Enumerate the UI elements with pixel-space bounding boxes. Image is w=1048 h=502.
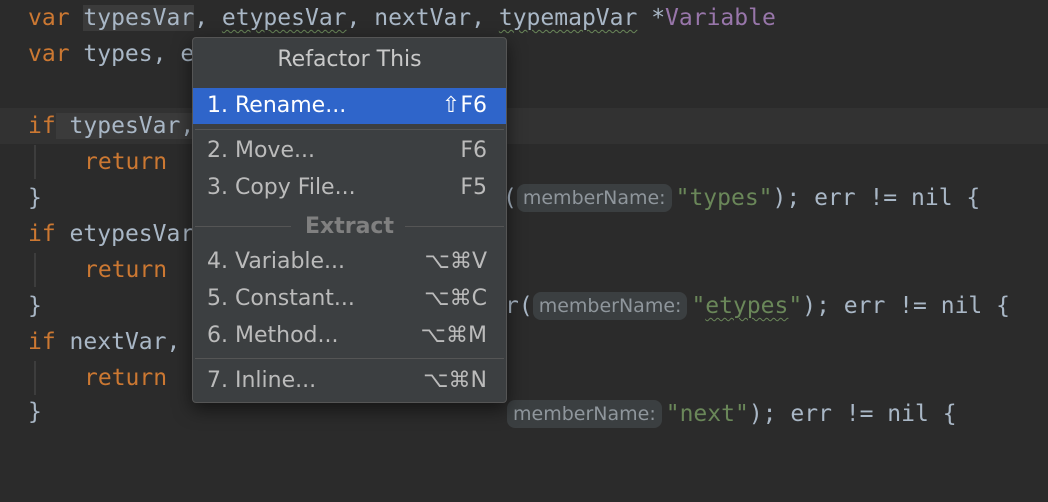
identifier: typesVar bbox=[83, 5, 195, 31]
identifier: etypesVar bbox=[221, 5, 347, 31]
code-line-11[interactable]: return bbox=[0, 360, 1048, 396]
code-line-6[interactable]: } bbox=[0, 180, 1048, 216]
code-line-9[interactable]: } bbox=[0, 288, 1048, 324]
menu-item-shortcut: ⌥⌘M bbox=[420, 323, 487, 348]
code-line-2[interactable]: var types, e bbox=[0, 36, 1048, 72]
identifier: typesVar, bbox=[55, 113, 195, 139]
code-editor[interactable]: var typesVar, etypesVar, nextVar, typema… bbox=[0, 0, 1048, 430]
group-label: Extract bbox=[193, 212, 506, 242]
menu-item-label: 3. Copy File... bbox=[207, 175, 356, 200]
menu-item-shortcut: F5 bbox=[460, 175, 487, 200]
type-name: Variable bbox=[665, 5, 776, 31]
punct: , bbox=[346, 5, 375, 31]
menu-item-extract-method[interactable]: 6. Method... ⌥⌘M bbox=[193, 318, 506, 354]
menu-item-move[interactable]: 2. Move... F6 bbox=[193, 133, 506, 169]
refactor-this-popup[interactable]: Refactor This 1. Rename... ⇧F6 2. Move..… bbox=[192, 37, 507, 403]
menu-item-label: 2. Move... bbox=[207, 138, 315, 163]
popup-title: Refactor This bbox=[277, 47, 422, 72]
identifier: typemapVar bbox=[498, 5, 638, 31]
menu-item-extract-variable[interactable]: 4. Variable... ⌥⌘V bbox=[193, 244, 506, 280]
menu-item-shortcut: ⌥⌘V bbox=[424, 249, 487, 274]
keyword: return bbox=[84, 257, 168, 283]
menu-item-shortcut: ⌥⌘N bbox=[423, 368, 487, 393]
code-line-4[interactable]: if typesVar, (memberName: "types"); err !… bbox=[0, 108, 1048, 212]
keyword: return bbox=[84, 149, 168, 175]
menu-item-label: 6. Method... bbox=[207, 323, 339, 348]
keyword: if bbox=[28, 113, 56, 139]
keyword: if bbox=[28, 329, 56, 355]
menu-item-label: 5. Constant... bbox=[207, 286, 355, 311]
code-text: types, e bbox=[69, 41, 195, 67]
group-label-text: Extract bbox=[299, 214, 400, 239]
keyword: var bbox=[28, 5, 70, 31]
menu-item-label: 7. Inline... bbox=[207, 368, 317, 393]
keyword: var bbox=[28, 41, 70, 67]
punct: * bbox=[637, 5, 666, 31]
code-line-10[interactable]: if nextVar, memberName: "next"); err != n… bbox=[0, 324, 1048, 428]
code-line-1[interactable]: var typesVar, etypesVar, nextVar, typema… bbox=[0, 0, 1048, 36]
extract-group-header: Extract bbox=[193, 212, 506, 242]
code-line-7[interactable]: if etypesVar r(memberName: "etypes"); err… bbox=[0, 216, 1048, 320]
menu-item-copy-file[interactable]: 3. Copy File... F5 bbox=[193, 170, 506, 206]
code-line-8[interactable]: return bbox=[0, 252, 1048, 288]
menu-item-shortcut: F6 bbox=[460, 138, 487, 163]
menu-item-label: 4. Variable... bbox=[207, 249, 346, 274]
menu-item-shortcut: ⇧F6 bbox=[441, 93, 487, 118]
brace: } bbox=[28, 293, 42, 319]
punct: , bbox=[471, 5, 499, 31]
menu-separator bbox=[195, 129, 504, 130]
identifier: nextVar, bbox=[55, 329, 181, 355]
code-line-5[interactable]: return bbox=[0, 144, 1048, 180]
keyword: return bbox=[84, 365, 168, 391]
menu-separator bbox=[195, 358, 504, 359]
code-line-12[interactable]: } bbox=[0, 394, 1048, 430]
brace: } bbox=[28, 185, 42, 211]
brace: } bbox=[28, 399, 42, 425]
menu-item-shortcut: ⌥⌘C bbox=[424, 286, 487, 311]
menu-item-inline[interactable]: 7. Inline... ⌥⌘N bbox=[193, 363, 506, 399]
identifier: etypesVar bbox=[55, 221, 195, 247]
menu-item-label: 1. Rename... bbox=[207, 93, 347, 118]
identifier: nextVar bbox=[374, 5, 472, 31]
keyword: if bbox=[28, 221, 56, 247]
menu-item-rename[interactable]: 1. Rename... ⇧F6 bbox=[193, 88, 506, 124]
menu-item-extract-constant[interactable]: 5. Constant... ⌥⌘C bbox=[193, 281, 506, 317]
punct: , bbox=[194, 5, 222, 31]
